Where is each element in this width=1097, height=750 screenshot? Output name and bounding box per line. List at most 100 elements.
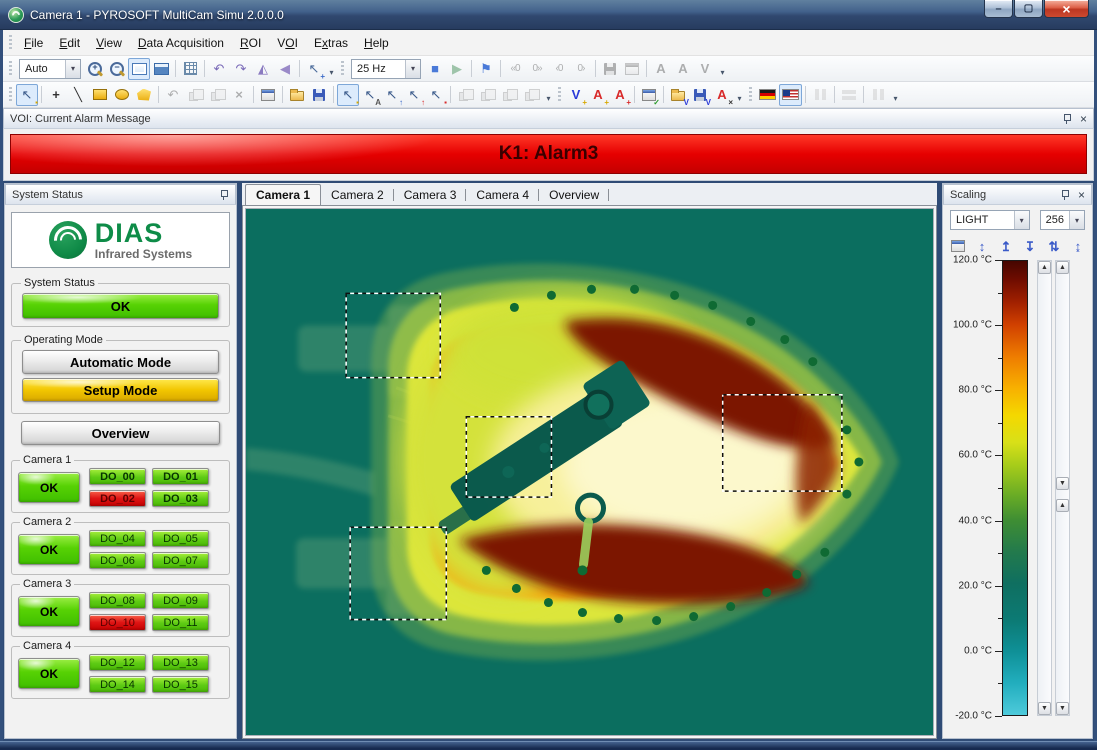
levels-combo[interactable]: 256 ▾ (1040, 210, 1085, 230)
arrow-up-icon[interactable]: ▲ (1038, 261, 1051, 274)
chevron-down-icon[interactable]: ▾ (405, 60, 420, 78)
rotate-left-icon[interactable]: ↶ (208, 58, 230, 80)
roi-list-icon[interactable] (257, 84, 279, 106)
camera-3-status-button[interactable]: OK (18, 596, 80, 627)
toolbar-overflow-button[interactable]: ▾ (542, 84, 554, 106)
do-button-do_08[interactable]: DO_08 (89, 592, 146, 609)
pixel-info-cursor-icon[interactable]: ↖+ (303, 58, 325, 80)
close-button[interactable] (1044, 0, 1089, 18)
flip-horizontal-icon[interactable]: ◭ (252, 58, 274, 80)
maximize-button[interactable] (1014, 0, 1043, 18)
save-record-icon[interactable] (599, 58, 621, 80)
max-value-slider[interactable]: ▲ ▼ (1037, 260, 1052, 716)
grid-icon[interactable] (179, 58, 201, 80)
split-horizontal-icon[interactable] (838, 84, 860, 106)
first-event-icon[interactable]: «0 (504, 58, 526, 80)
roi-open-icon[interactable] (286, 84, 308, 106)
menu-data-acquisition[interactable]: Data Acquisition (130, 31, 232, 55)
do-button-do_14[interactable]: DO_14 (89, 676, 146, 693)
delete-icon[interactable]: × (228, 84, 250, 106)
ellipse-tool-icon[interactable] (111, 84, 133, 106)
line-tool-icon[interactable]: ╲ (67, 84, 89, 106)
thermal-image[interactable] (246, 209, 933, 735)
menu-roi[interactable]: ROI (232, 31, 269, 55)
scaling-properties-icon[interactable] (948, 236, 968, 256)
menu-extras[interactable]: Extras (306, 31, 356, 55)
tab-overview[interactable]: Overview (539, 185, 609, 205)
do-button-do_01[interactable]: DO_01 (152, 468, 209, 485)
zoom-mode-combo[interactable]: Auto▾ (19, 59, 81, 79)
do-button-do_07[interactable]: DO_07 (152, 552, 209, 569)
roi-label-icon[interactable]: ↖A (359, 84, 381, 106)
palette-combo[interactable]: LIGHT ▾ (950, 210, 1030, 230)
voi-save-icon[interactable]: V (689, 84, 711, 106)
roi-alarm-box-icon[interactable]: ↖▪ (425, 84, 447, 106)
split-panes-icon[interactable] (867, 84, 889, 106)
pin-icon[interactable] (1059, 189, 1070, 201)
arrow-down-icon[interactable]: ▼ (1056, 477, 1069, 490)
camera-2-status-button[interactable]: OK (18, 534, 80, 565)
send-back-icon[interactable] (476, 84, 498, 106)
frame-rate-combo[interactable]: 25 Hz▾ (351, 59, 421, 79)
close-icon[interactable]: × (1080, 113, 1087, 125)
language-english-icon[interactable] (779, 84, 802, 106)
export-video-icon[interactable]: V (694, 58, 716, 80)
toolbar-gripper[interactable] (749, 87, 752, 103)
tab-camera-2[interactable]: Camera 2 (321, 185, 394, 205)
do-button-do_03[interactable]: DO_03 (152, 490, 209, 507)
menu-voi[interactable]: VOI (269, 31, 306, 55)
export-ascii-icon[interactable]: A (672, 58, 694, 80)
split-vertical-icon[interactable] (809, 84, 831, 106)
minimize-button[interactable] (984, 0, 1013, 18)
bring-front-icon[interactable] (454, 84, 476, 106)
do-button-do_15[interactable]: DO_15 (152, 676, 209, 693)
toolbar-gripper[interactable] (558, 87, 561, 103)
alarm-delete-icon[interactable]: A× (711, 84, 733, 106)
event-flag-icon[interactable]: ⚑ (475, 58, 497, 80)
export-alarms-icon[interactable]: A (650, 58, 672, 80)
setup-mode-button[interactable]: Setup Mode (22, 378, 219, 402)
roi-select-icon[interactable]: ↖▪ (337, 84, 359, 106)
system-status-ok-button[interactable]: OK (22, 293, 219, 319)
toolbar-overflow-button[interactable]: ▾ (889, 84, 901, 106)
point-tool-icon[interactable]: + (45, 84, 67, 106)
toolbar-overflow-button[interactable]: ▾ (716, 58, 728, 80)
pin-icon[interactable] (1061, 113, 1072, 125)
alarm-add-icon[interactable]: A+ (587, 84, 609, 106)
fullscreen-icon[interactable] (150, 58, 172, 80)
paste-icon[interactable] (206, 84, 228, 106)
do-button-do_10[interactable]: DO_10 (89, 614, 146, 631)
menu-help[interactable]: Help (356, 31, 397, 55)
arrow-down-icon[interactable]: ▼ (1056, 702, 1069, 715)
bring-forward-icon[interactable] (498, 84, 520, 106)
rotate-right-icon[interactable]: ↷ (230, 58, 252, 80)
automatic-mode-button[interactable]: Automatic Mode (22, 350, 219, 374)
toolbar-overflow-button[interactable]: ▾ (733, 84, 745, 106)
do-button-do_06[interactable]: DO_06 (89, 552, 146, 569)
lower-min-icon[interactable]: ↧ (1020, 236, 1040, 256)
pin-icon[interactable] (218, 189, 229, 201)
chevron-down-icon[interactable]: ▾ (1069, 211, 1084, 229)
zoom-out-icon[interactable] (106, 58, 128, 80)
arrow-up-icon[interactable]: ▲ (1056, 499, 1069, 512)
do-button-do_12[interactable]: DO_12 (89, 654, 146, 671)
next-event-icon[interactable]: 0› (570, 58, 592, 80)
do-button-do_05[interactable]: DO_05 (152, 530, 209, 547)
roi-max-up-icon[interactable]: ↖↑ (381, 84, 403, 106)
toolbar-gripper[interactable] (9, 87, 12, 103)
do-button-do_02[interactable]: DO_02 (89, 490, 146, 507)
toolbar-overflow-button[interactable]: ▾ (325, 58, 337, 80)
tab-camera-4[interactable]: Camera 4 (466, 185, 539, 205)
chevron-down-icon[interactable]: ▾ (65, 60, 80, 78)
min-value-slider[interactable]: ▲ ▼ ▲ ▼ (1055, 260, 1070, 716)
flip-vertical-icon[interactable]: ◀ (274, 58, 296, 80)
compress-range-icon[interactable]: ⇅ (1044, 236, 1064, 256)
roi-save-icon[interactable] (308, 84, 330, 106)
do-button-do_13[interactable]: DO_13 (152, 654, 209, 671)
rectangle-tool-icon[interactable] (89, 84, 111, 106)
prev-event-icon[interactable]: ‹0 (548, 58, 570, 80)
toolbar-gripper[interactable] (341, 61, 344, 77)
toolbar-gripper[interactable] (9, 35, 12, 51)
do-button-do_11[interactable]: DO_11 (152, 614, 209, 631)
select-tool-icon[interactable]: ↖▪ (16, 84, 38, 106)
